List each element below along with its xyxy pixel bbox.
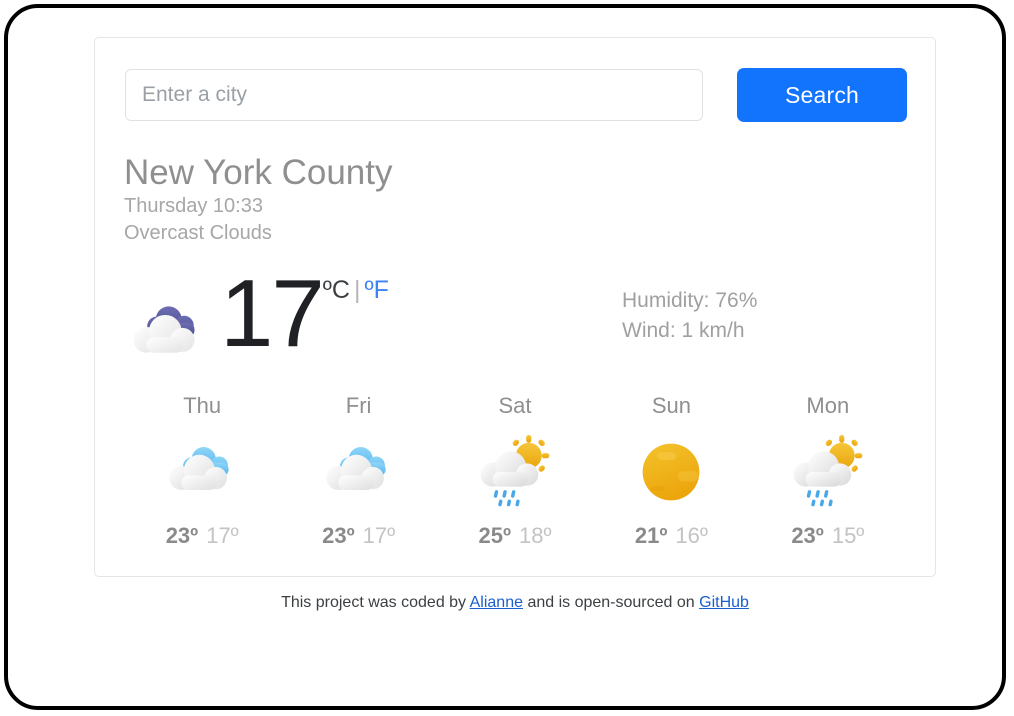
forecast-day-label: Sat (498, 393, 532, 418)
celsius-unit: ºC (322, 276, 350, 304)
forecast-temperatures: 21º 16º (593, 523, 749, 549)
current-details: Humidity: 76% Wind: 1 km/h (622, 286, 757, 347)
humidity-value: Humidity: 76% (622, 289, 758, 312)
forecast-temperatures: 23º 15º (750, 523, 906, 549)
search-button[interactable]: Search (737, 68, 907, 122)
temperature-value: 17 (220, 260, 325, 367)
forecast-day: Sun 21º 16º (593, 393, 749, 549)
author-link[interactable]: Alianne (470, 594, 523, 611)
forecast-day-label: Sun (651, 393, 691, 418)
sun-cloud-rain-icon (793, 435, 863, 507)
scattered-clouds-icon (325, 447, 386, 491)
forecast-temperatures: 23º 17º (280, 523, 436, 549)
forecast-temperatures: 23º 17º (124, 523, 280, 549)
forecast-temp-max: 21º (634, 523, 668, 548)
current-conditions: 17 ºC | ºF Humidity: 76% Wind: 1 km/h (124, 266, 914, 376)
page-footer: This project was coded by Alianne and is… (94, 594, 936, 612)
footer-prefix: This project was coded by (281, 594, 470, 611)
current-condition: Overcast Clouds (124, 221, 272, 244)
current-datetime: Thursday 10:33 (124, 195, 263, 218)
clear-sun-icon (643, 443, 700, 501)
github-link[interactable]: GitHub (699, 594, 749, 611)
forecast-temp-min: 18º (519, 523, 552, 548)
forecast-day: Sat 25º 18º (437, 393, 593, 549)
location-block: New York County Thursday 10:33 Overcast … (124, 153, 392, 246)
search-input[interactable] (125, 69, 704, 121)
weather-card: Search New York County Thursday 10:33 Ov… (94, 37, 936, 577)
forecast-temp-max: 23º (322, 523, 355, 548)
forecast-temp-min: 17º (362, 523, 396, 548)
forecast-temperatures: 25º 18º (437, 523, 593, 549)
footer-middle: and is open-sourced on (523, 594, 700, 611)
scattered-clouds-icon (169, 447, 229, 491)
search-form: Search (125, 68, 907, 122)
unit-separator: | (353, 276, 361, 304)
unit-toggle: ºC | ºF (323, 276, 389, 305)
sun-cloud-rain-icon (480, 435, 550, 507)
fahrenheit-link[interactable]: ºF (364, 276, 388, 304)
device-frame: Search New York County Thursday 10:33 Ov… (4, 4, 1006, 710)
wind-value: Wind: 1 km/h (622, 319, 745, 343)
forecast-temp-min: 15º (831, 523, 865, 548)
forecast-temp-min: 16º (675, 523, 708, 548)
forecast-row: Thu 23º 17º Fri 23º 17º Sat 25º 18º Sun … (124, 393, 906, 549)
forecast-day: Fri 23º 17º (280, 393, 436, 549)
forecast-temp-min: 17º (206, 523, 239, 548)
city-name: New York County (124, 153, 393, 192)
forecast-day: Mon 23º 15º (750, 393, 906, 549)
current-temperature-group: 17 ºC | ºF (124, 266, 389, 376)
forecast-temp-max: 23º (791, 523, 824, 548)
forecast-day-label: Fri (345, 393, 372, 418)
forecast-day-label: Thu (183, 393, 222, 418)
forecast-day: Thu 23º 17º (124, 393, 280, 549)
forecast-temp-max: 25º (478, 523, 512, 548)
temperature-display: 17 ºC | ºF (220, 266, 389, 362)
forecast-day-label: Mon (806, 393, 850, 418)
forecast-temp-max: 23º (165, 523, 199, 548)
overcast-clouds-icon (133, 306, 195, 353)
